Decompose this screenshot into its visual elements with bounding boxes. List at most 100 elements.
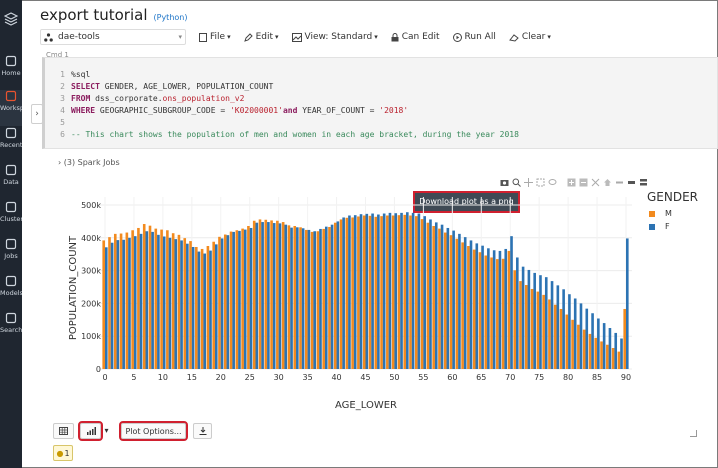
bar-m-25[interactable] <box>247 225 250 369</box>
bar-f-62[interactable] <box>463 237 467 369</box>
bar-f-63[interactable] <box>469 240 473 369</box>
bar-f-84[interactable] <box>591 313 594 369</box>
bar-m-4[interactable] <box>125 232 129 369</box>
bar-m-43[interactable] <box>351 217 354 369</box>
bar-m-26[interactable] <box>252 220 256 369</box>
bar-m-75[interactable] <box>536 291 540 369</box>
bar-f-54[interactable] <box>417 213 421 369</box>
bar-m-2[interactable] <box>113 233 117 369</box>
bar-f-69[interactable] <box>504 248 508 369</box>
bar-f-72[interactable] <box>521 266 525 369</box>
bar-m-69[interactable] <box>501 258 505 369</box>
bar-m-15[interactable] <box>189 241 192 369</box>
bar-f-89[interactable] <box>620 338 623 369</box>
bar-f-15[interactable] <box>191 246 195 369</box>
bar-f-35[interactable] <box>307 229 311 369</box>
bar-m-9[interactable] <box>154 228 158 369</box>
bar-f-34[interactable] <box>301 228 305 369</box>
bar-f-30[interactable] <box>278 223 282 369</box>
insights-badge[interactable]: ● 1 <box>53 445 73 461</box>
bar-m-32[interactable] <box>287 225 291 369</box>
bar-f-83[interactable] <box>585 308 589 369</box>
bar-m-23[interactable] <box>235 230 239 369</box>
bar-f-80[interactable] <box>568 294 571 369</box>
bar-f-42[interactable] <box>348 215 351 369</box>
bar-f-23[interactable] <box>238 230 241 369</box>
bar-m-68[interactable] <box>496 259 499 369</box>
bar-m-87[interactable] <box>606 344 609 369</box>
bar-m-48[interactable] <box>380 216 383 369</box>
bar-m-12[interactable] <box>171 233 175 369</box>
bar-f-70[interactable] <box>510 236 513 369</box>
bar-f-25[interactable] <box>249 227 253 369</box>
bar-f-27[interactable] <box>261 222 264 369</box>
bar-m-49[interactable] <box>386 215 389 369</box>
bar-m-37[interactable] <box>316 231 320 369</box>
bar-f-66[interactable] <box>487 248 490 369</box>
bar-f-58[interactable] <box>440 224 444 369</box>
bar-f-41[interactable] <box>342 217 345 369</box>
bar-m-41[interactable] <box>339 219 343 369</box>
bar-m-13[interactable] <box>177 234 181 369</box>
bar-m-67[interactable] <box>490 257 493 369</box>
bar-f-47[interactable] <box>377 214 380 369</box>
bar-m-19[interactable] <box>212 241 215 369</box>
bar-f-2[interactable] <box>116 240 120 369</box>
bar-f-73[interactable] <box>527 269 531 369</box>
bar-m-10[interactable] <box>160 229 163 369</box>
bar-f-74[interactable] <box>533 272 536 369</box>
bar-f-31[interactable] <box>284 224 288 369</box>
bar-m-8[interactable] <box>148 225 152 369</box>
bar-m-17[interactable] <box>200 248 204 369</box>
bar-f-3[interactable] <box>122 239 125 369</box>
bar-f-37[interactable] <box>319 228 322 369</box>
bar-f-17[interactable] <box>203 253 207 369</box>
bar-f-56[interactable] <box>429 219 432 369</box>
bar-m-18[interactable] <box>206 246 210 369</box>
bar-f-26[interactable] <box>255 222 259 369</box>
bar-m-90[interactable] <box>623 308 626 369</box>
bar-f-67[interactable] <box>492 250 496 369</box>
download-button[interactable] <box>193 423 212 439</box>
bar-m-88[interactable] <box>611 348 615 369</box>
bar-f-61[interactable] <box>458 233 461 369</box>
bar-m-27[interactable] <box>258 219 262 369</box>
bar-f-51[interactable] <box>400 212 403 369</box>
bar-m-24[interactable] <box>241 228 244 369</box>
bar-m-62[interactable] <box>461 242 464 369</box>
bar-f-90[interactable] <box>626 238 629 369</box>
table-view-button[interactable] <box>53 423 74 439</box>
bar-f-57[interactable] <box>434 222 438 369</box>
bar-m-73[interactable] <box>524 285 528 369</box>
bar-m-21[interactable] <box>223 234 227 369</box>
resize-handle[interactable] <box>690 430 697 437</box>
bar-f-24[interactable] <box>243 229 247 369</box>
bar-f-4[interactable] <box>128 237 131 369</box>
bar-f-52[interactable] <box>406 212 409 369</box>
bar-f-40[interactable] <box>336 221 340 369</box>
bar-m-3[interactable] <box>119 233 123 369</box>
bar-m-56[interactable] <box>426 222 430 369</box>
bar-f-33[interactable] <box>296 227 299 369</box>
bar-m-40[interactable] <box>333 222 337 369</box>
bar-m-6[interactable] <box>137 227 140 369</box>
bar-f-5[interactable] <box>133 236 137 369</box>
bar-f-38[interactable] <box>324 226 328 369</box>
bar-m-65[interactable] <box>478 252 482 369</box>
bar-m-57[interactable] <box>432 225 435 369</box>
bar-f-12[interactable] <box>174 239 178 369</box>
bar-m-52[interactable] <box>403 214 407 369</box>
bar-m-74[interactable] <box>530 288 534 369</box>
bar-f-18[interactable] <box>209 250 212 369</box>
bar-f-44[interactable] <box>359 214 363 369</box>
bar-m-29[interactable] <box>270 220 273 369</box>
bar-m-84[interactable] <box>588 333 592 369</box>
chart-type-dropdown[interactable]: ▾ <box>101 423 112 437</box>
bar-m-5[interactable] <box>131 230 134 369</box>
bar-m-1[interactable] <box>108 237 111 369</box>
bar-m-83[interactable] <box>582 329 586 369</box>
bar-m-44[interactable] <box>357 216 360 369</box>
bar-f-36[interactable] <box>313 231 317 369</box>
bar-f-46[interactable] <box>371 213 374 369</box>
bar-m-85[interactable] <box>594 337 598 369</box>
